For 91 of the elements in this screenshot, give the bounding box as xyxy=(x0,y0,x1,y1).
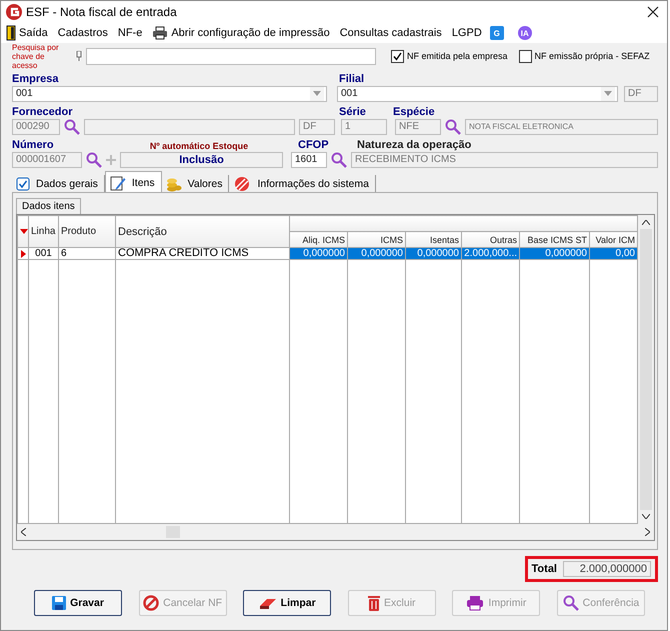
column-header[interactable]: Linha xyxy=(28,216,58,248)
input-field[interactable]: 000290 xyxy=(12,118,60,134)
checkbox[interactable] xyxy=(391,50,404,62)
status-field[interactable]: Inclusão xyxy=(120,152,283,168)
field-label: Nº automático Estoque xyxy=(148,141,250,151)
app-logo-icon xyxy=(6,4,22,20)
serie-field[interactable]: 1 xyxy=(341,118,387,134)
table-cell: 0,000000 xyxy=(290,248,348,260)
pencil-icon xyxy=(110,174,126,190)
dropdown[interactable]: 001 xyxy=(12,86,327,102)
table-cell: 0,000000 xyxy=(520,248,590,260)
caret-icon xyxy=(313,91,321,96)
stripes-logo-icon xyxy=(233,177,252,191)
menu-item[interactable]: Saída xyxy=(19,27,48,39)
field-label: Série xyxy=(339,106,367,118)
field-label: Espécie xyxy=(393,106,435,118)
field-label: Filial xyxy=(339,73,364,85)
trash-icon xyxy=(368,595,380,611)
search-field[interactable] xyxy=(86,48,376,64)
column-header[interactable]: Isentas xyxy=(406,232,462,248)
horizontal-scrollbar[interactable] xyxy=(17,524,654,540)
menu-item[interactable]: Cadastros xyxy=(58,27,108,39)
caret-icon xyxy=(604,91,612,96)
table-cell: 0,000000 xyxy=(348,248,406,260)
save-button[interactable]: Gravar xyxy=(34,590,122,616)
name-field[interactable] xyxy=(84,118,295,134)
field-label: CFOP xyxy=(298,139,330,151)
table-cell: 6 xyxy=(58,248,116,260)
total-label: Total xyxy=(532,563,557,575)
scroll-left-icon[interactable] xyxy=(21,528,26,536)
uf-field[interactable]: DF xyxy=(299,118,335,134)
eraser-button[interactable]: Limpar xyxy=(243,590,332,616)
printer-icon xyxy=(152,26,168,40)
checkbox-icon xyxy=(16,177,30,191)
search-icon[interactable] xyxy=(64,118,80,134)
total-field: 2.000,000000 xyxy=(563,561,651,577)
menu-item[interactable]: Abrir configuração de impressão xyxy=(171,27,330,39)
sort-arrow-icon xyxy=(20,229,28,234)
table-cell: 0,000000 xyxy=(406,248,462,260)
table-cell: 001 xyxy=(28,248,58,260)
scroll-up-icon[interactable] xyxy=(642,220,650,225)
column-header[interactable]: Descrição xyxy=(116,216,290,248)
search-icon[interactable] xyxy=(445,118,461,134)
table-cell: COMPRA CREDITO ICMS xyxy=(116,248,290,260)
column-header[interactable]: Valor ICM xyxy=(590,232,638,248)
checkbox-label: NF emitida pela empresa xyxy=(407,51,508,61)
column-header[interactable]: Base ICMS ST xyxy=(520,232,590,248)
table-cell: 0,00 xyxy=(590,248,638,260)
menu-item[interactable]: Consultas cadastrais xyxy=(340,27,442,39)
column-header[interactable]: Produto xyxy=(58,216,116,248)
uf-field[interactable]: DF xyxy=(624,86,658,102)
tab[interactable]: Dados itens xyxy=(16,198,81,214)
sort-header[interactable] xyxy=(18,216,28,248)
dropdown[interactable]: 001 xyxy=(337,86,618,102)
description-field[interactable]: NOTA FISCAL ELETRONICA xyxy=(465,118,658,134)
table-cell: 2.000,000... xyxy=(462,248,520,260)
field-label: Natureza da operação xyxy=(357,139,472,151)
field-label: Número xyxy=(12,139,55,151)
search-icon xyxy=(562,595,579,611)
column-header[interactable]: Aliq. ICMS xyxy=(290,232,348,248)
floppy-icon xyxy=(52,596,66,610)
pin-icon xyxy=(75,51,83,61)
field-label: Fornecedor xyxy=(12,106,74,118)
search-icon[interactable] xyxy=(86,152,102,168)
door-icon xyxy=(6,25,16,41)
vertical-scrollbar[interactable] xyxy=(638,215,654,524)
g-badge[interactable]: G xyxy=(490,26,504,40)
especie-field[interactable]: NFE xyxy=(395,118,441,134)
search-label: Pesquisa por chave de acesso xyxy=(12,42,60,70)
cfop-field[interactable]: 1601 xyxy=(291,152,327,168)
window-title: ESF - Nota fiscal de entrada xyxy=(26,5,177,19)
search-icon[interactable] xyxy=(331,152,347,168)
scroll-right-icon[interactable] xyxy=(645,528,650,536)
scroll-down-icon[interactable] xyxy=(642,514,650,519)
coins-icon xyxy=(166,176,182,192)
tab[interactable]: Valores xyxy=(162,175,230,193)
field-label: Empresa xyxy=(12,73,60,85)
natureza-field[interactable]: RECEBIMENTO ICMS xyxy=(351,152,658,168)
checkbox[interactable] xyxy=(518,50,532,62)
tab[interactable]: Itens xyxy=(104,171,162,193)
printer-icon xyxy=(466,595,484,611)
input-field[interactable]: 000001607 xyxy=(12,152,82,168)
cancel-icon xyxy=(143,595,160,611)
menu-item[interactable]: LGPD xyxy=(452,27,482,39)
checkbox-label: NF emissão própria - SEFAZ xyxy=(534,51,650,61)
close-icon[interactable] xyxy=(647,6,659,18)
column-header[interactable]: ICMS xyxy=(348,232,406,248)
menu-item[interactable]: NF-e xyxy=(118,27,142,39)
column-header[interactable]: Outras xyxy=(462,232,520,248)
ia-badge[interactable]: IA xyxy=(518,26,532,40)
eraser-icon xyxy=(258,596,277,610)
